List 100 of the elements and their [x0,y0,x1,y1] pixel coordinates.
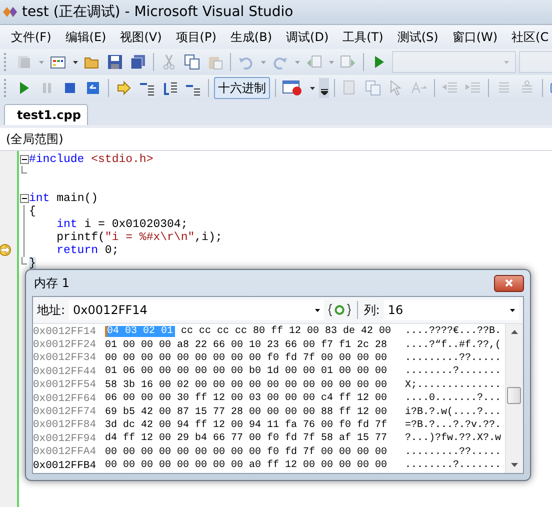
add-item-icon [50,54,66,70]
copy-icon [365,80,381,96]
menu-item[interactable]: 社区(C [504,28,552,46]
ascii-text: ....????€...??B. [405,326,502,338]
step-into-icon [139,80,155,96]
hex-bytes: 58 3b 16 00 02 00 00 00 00 00 00 00 00 00 00 00 [105,380,388,391]
ascii-text: i?B.?.w(....?... [405,406,502,418]
address-label: 地址: [37,302,66,318]
menu-item[interactable]: 测试(S) [390,28,446,46]
menu-item[interactable]: 文件(F) [4,28,58,46]
ascii-text: X;.............. [405,380,502,391]
ascii-text: .........??..... [405,446,502,458]
ascii-text: ........?....... [405,366,502,378]
caret-icon [328,60,334,64]
collapse-icon[interactable] [20,194,28,203]
code-line: return 0; [56,244,119,257]
address-field[interactable]: 0x0012FF14 [69,300,324,320]
scope-label[interactable]: (全局范围) [6,130,64,148]
menu-item[interactable]: 项目(P) [168,28,224,46]
back-icon [306,54,322,70]
memory-address: 0x0012FF14 [33,326,98,338]
window-title: test (正在调试) - Microsoft Visual Studio [22,3,294,21]
scrollbar[interactable] [505,324,523,473]
overflow-button[interactable] [319,78,329,98]
hex-bytes: 00 00 00 00 00 00 00 00 00 f0 fd 7f 00 00 00 00 [105,352,388,364]
hex-bytes: d4 ff 12 00 29 b4 66 77 00 f0 fd 7f 58 af 15 77 [105,433,388,444]
menu-item[interactable]: 视图(V) [113,28,169,46]
menu-item[interactable]: 调试(D) [279,28,336,46]
ascii-text: ?...)?fw.??.X?.w [405,433,502,444]
ascii-text: ....?“f..#f.??,( [405,340,502,351]
toolbar-button[interactable] [128,52,148,72]
ascii-text: =?B.?...?.?v.??. [405,420,502,431]
caret-icon [260,60,266,64]
hex-bytes: 06 00 00 00 30 ff 12 00 03 00 00 00 c4 ff 12 00 [105,393,388,404]
memory-address: 0x0012FF64 [33,392,98,405]
caret-icon [38,60,44,64]
scroll-down-icon[interactable] [511,463,518,467]
caret-icon [510,308,516,312]
caret-icon [504,60,509,64]
new-project-icon [16,54,32,70]
copy-icon [184,54,200,70]
memory-address: 0x0012FF74 [33,406,98,418]
menu-item[interactable]: 生成(B) [223,28,280,46]
hex-bytes: cc cc cc cc 80 ff 12 00 83 de 42 00 [180,326,392,338]
refresh-icon[interactable] [328,302,351,318]
menu-item[interactable]: 工具(T) [336,28,390,46]
code-line: printf("i = %#x\r\n",i); [56,231,222,244]
overflow-icon [320,89,328,95]
ascii-text: ........?....... [405,460,502,472]
scissors-icon [161,54,177,70]
ascii-text: .........??..... [405,352,502,364]
paste-icon [207,54,223,70]
save-all-icon [130,54,146,70]
hex-bytes: 00 00 00 00 00 00 00 00 a0 ff 12 00 00 00 00 00 [105,460,388,472]
memory-address: 0x0012FF84 [33,419,98,432]
collapse-icon[interactable] [20,155,28,164]
code-line: int i = 0x01020304; [56,218,188,231]
columns-field[interactable]: 16 [384,300,520,320]
app-logo-icon [2,6,18,18]
scroll-up-icon[interactable] [511,330,518,334]
cursor-icon [388,80,404,96]
arrow-icon [116,80,132,96]
breakpoint-window-icon [282,80,304,96]
hex-toggle-button[interactable]: 十六进制 [214,77,270,99]
close-icon [505,279,513,287]
caret-icon [314,308,320,312]
menu-item[interactable]: 窗口(W) [445,28,505,46]
hex-bytes: 00 00 00 00 00 00 00 00 00 f0 fd 7f 00 00 00 00 [105,446,388,458]
hex-bytes: 69 b5 42 00 87 15 77 28 00 00 00 00 88 ff 12 00 [105,406,388,418]
stop-icon [62,80,78,96]
hex-bytes: 01 00 00 00 a8 22 66 00 10 23 66 00 f7 f1 2c 28 [105,340,388,351]
caret-icon [294,60,300,64]
caret-icon [310,86,314,90]
memory-address: 0x0012FF44 [33,366,98,378]
memory-address: 0x0012FF34 [33,352,98,364]
memory-window-title: 内存 1 [33,274,70,292]
font-icon [411,80,427,96]
memory-address: 0x0012FFA4 [33,446,98,458]
menu-item[interactable]: 编辑(E) [58,28,114,46]
step-over-icon [162,80,178,96]
code-line: { [29,205,36,218]
ascii-text: ....0.......?... [405,393,502,404]
memory-address: 0x0012FF24 [33,339,98,352]
toolbar-button[interactable] [182,52,202,72]
hex-bytes: 01 06 00 00 00 00 00 00 b0 1d 00 00 01 00 00 00 [105,366,388,378]
restart-icon [85,80,101,96]
memory-address: 0x0012FF94 [33,432,98,445]
hex-bytes: 3d dc 42 00 94 ff 12 00 94 11 fa 76 00 f0 fd 7f [105,420,388,431]
memory-address: 0x0012FFB4 [33,460,98,472]
forward-icon [340,54,356,70]
close-button[interactable] [494,274,524,292]
code-line: int main() [29,192,98,205]
scroll-thumb[interactable] [507,387,521,404]
toolbar-button[interactable] [105,52,125,72]
save-icon [107,54,123,70]
caret-icon [72,60,78,64]
file-tab[interactable]: test1.cpp [4,104,88,125]
memory-address: 0x0012FF54 [33,379,98,392]
code-line: #include <stdio.h> [29,153,154,166]
columns-label: 列: [364,302,380,318]
